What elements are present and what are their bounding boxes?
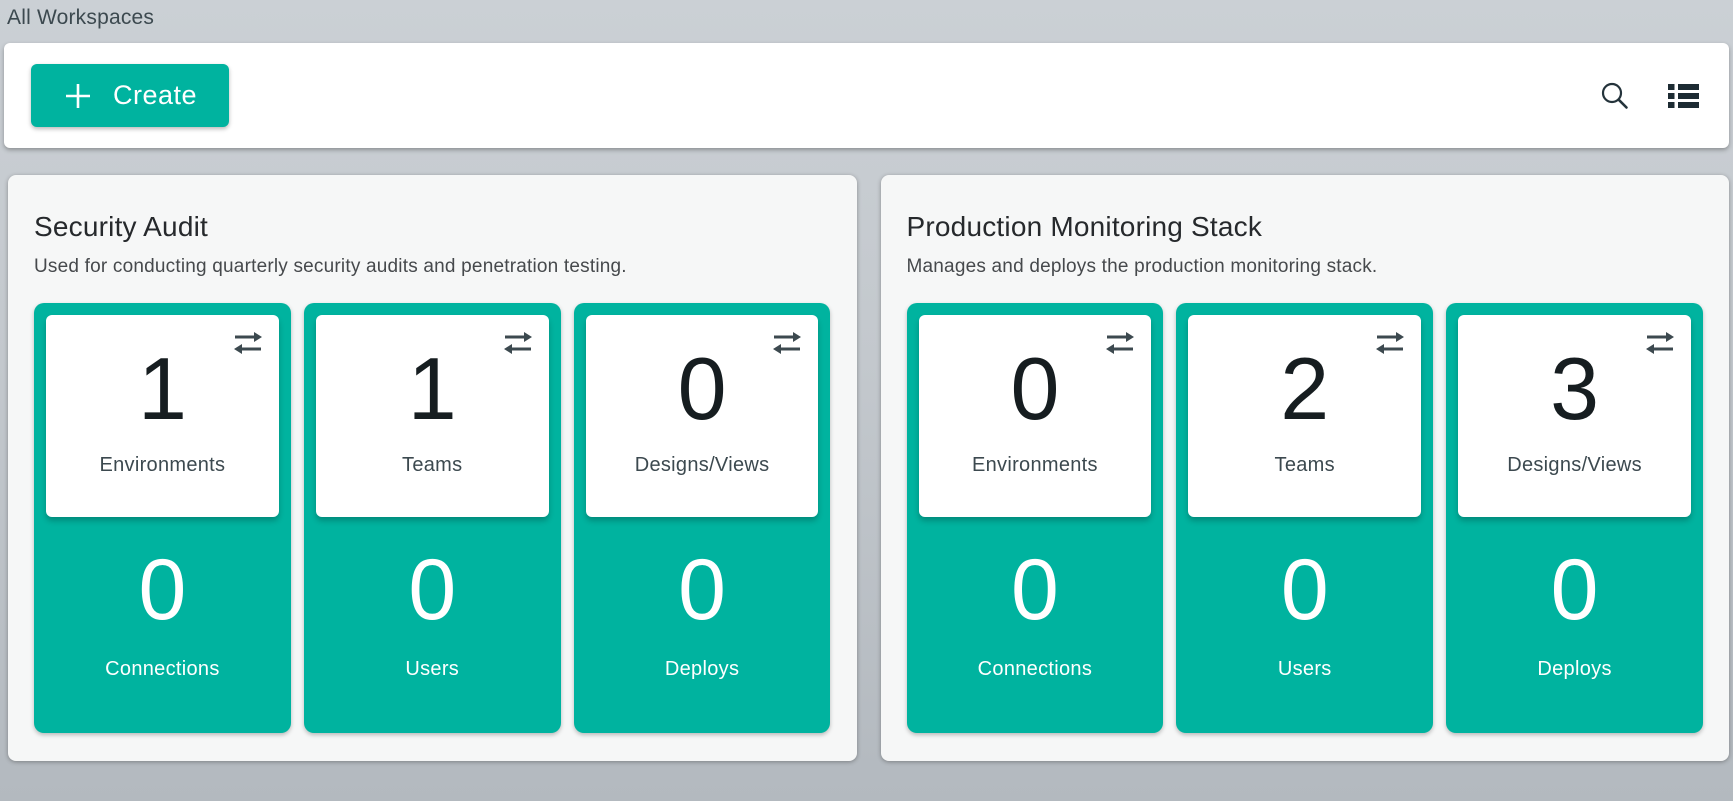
stat-count: 0	[1188, 517, 1421, 633]
stat-label: Teams	[1188, 454, 1421, 477]
create-button-label: Create	[113, 80, 197, 111]
stat-label: Connections	[46, 658, 279, 681]
stat-tile-bottom: 0 Users	[316, 517, 549, 681]
stat-tile-teams: 2 Teams 0 Users	[1176, 303, 1433, 733]
stat-label: Users	[1188, 658, 1421, 681]
toolbar: Create	[4, 43, 1729, 148]
workspace-card-production-monitoring-stack[interactable]: Production Monitoring Stack Manages and …	[881, 175, 1730, 761]
stat-count: 0	[46, 517, 279, 633]
stat-tile-top: 0 Environments	[919, 315, 1152, 517]
stat-count: 0	[1458, 517, 1691, 633]
stat-label: Deploys	[586, 658, 819, 681]
create-button[interactable]: Create	[31, 64, 229, 127]
page-title: All Workspaces	[0, 0, 1733, 30]
stat-count: 0	[316, 517, 549, 633]
view-list-button[interactable]	[1668, 83, 1699, 109]
stat-tile-bottom: 0 Users	[1188, 517, 1421, 681]
stat-tile-bottom: 0 Connections	[919, 517, 1152, 681]
stat-tile-environments: 1 Environments 0 Connections	[34, 303, 291, 733]
workspace-description: Used for conducting quarterly security a…	[34, 256, 831, 278]
workspace-description: Manages and deploys the production monit…	[907, 256, 1704, 278]
toolbar-icons	[1599, 80, 1699, 111]
stat-label: Connections	[919, 658, 1152, 681]
stat-label: Environments	[919, 454, 1152, 477]
stat-tile-designs-views: 0 Designs/Views 0 Deploys	[574, 303, 831, 733]
stat-tile-bottom: 0 Deploys	[586, 517, 819, 681]
stat-label: Environments	[46, 454, 279, 477]
stat-tile-bottom: 0 Deploys	[1458, 517, 1691, 681]
stat-label: Designs/Views	[1458, 454, 1691, 477]
stat-label: Deploys	[1458, 658, 1691, 681]
workspace-title: Production Monitoring Stack	[907, 211, 1704, 243]
view-list-icon	[1668, 83, 1699, 109]
stat-tile-designs-views: 3 Designs/Views 0 Deploys	[1446, 303, 1703, 733]
stat-label: Teams	[316, 454, 549, 477]
swap-horizontal-icon[interactable]	[231, 330, 265, 356]
stat-tile-top: 3 Designs/Views	[1458, 315, 1691, 517]
plus-icon	[63, 81, 93, 111]
stat-tile-top: 0 Designs/Views	[586, 315, 819, 517]
stat-count: 0	[919, 517, 1152, 633]
swap-horizontal-icon[interactable]	[770, 330, 804, 356]
stat-tile-teams: 1 Teams 0 Users	[304, 303, 561, 733]
stat-count: 0	[586, 517, 819, 633]
workspaces-grid: Security Audit Used for conducting quart…	[8, 175, 1729, 761]
workspace-stat-tiles: 0 Environments 0 Connections 2	[907, 303, 1704, 733]
swap-horizontal-icon[interactable]	[1373, 330, 1407, 356]
stat-tile-top: 2 Teams	[1188, 315, 1421, 517]
swap-horizontal-icon[interactable]	[501, 330, 535, 356]
stat-label: Users	[316, 658, 549, 681]
search-button[interactable]	[1599, 80, 1630, 111]
stat-tile-top: 1 Teams	[316, 315, 549, 517]
workspace-card-security-audit[interactable]: Security Audit Used for conducting quart…	[8, 175, 857, 761]
stat-label: Designs/Views	[586, 454, 819, 477]
workspace-stat-tiles: 1 Environments 0 Connections 1	[34, 303, 831, 733]
stat-tile-top: 1 Environments	[46, 315, 279, 517]
stat-tile-environments: 0 Environments 0 Connections	[907, 303, 1164, 733]
workspace-title: Security Audit	[34, 211, 831, 243]
stat-tile-bottom: 0 Connections	[46, 517, 279, 681]
swap-horizontal-icon[interactable]	[1643, 330, 1677, 356]
swap-horizontal-icon[interactable]	[1103, 330, 1137, 356]
search-icon	[1599, 80, 1630, 111]
